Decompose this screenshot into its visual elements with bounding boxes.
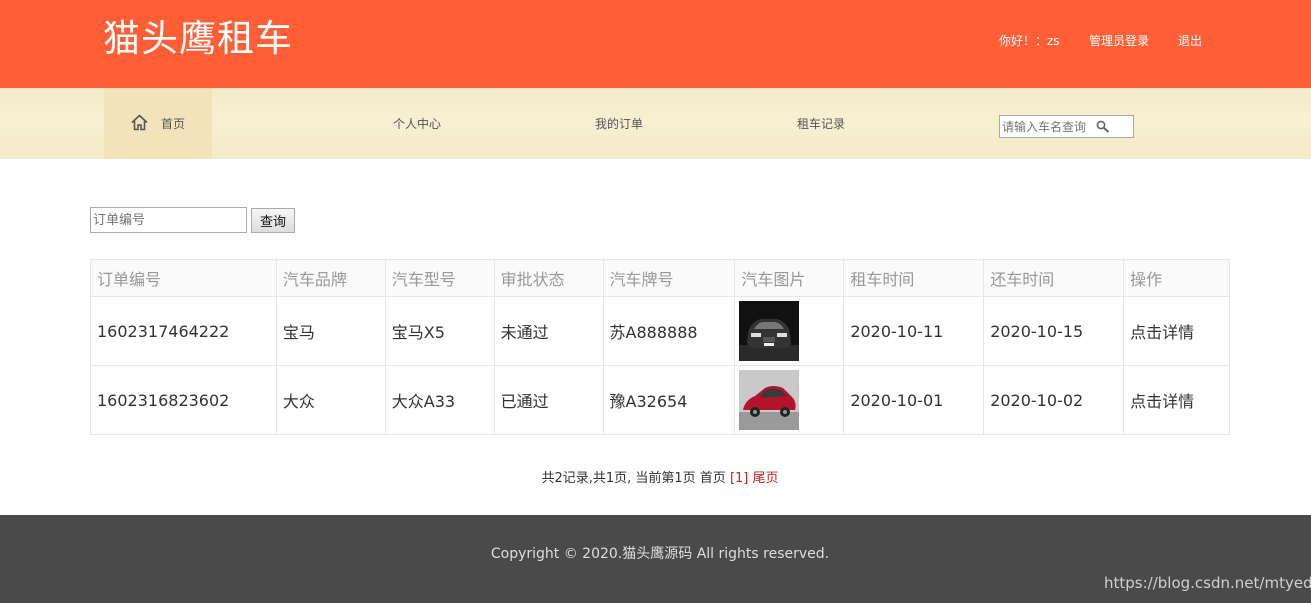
license-plate: 豫A32654 [602, 365, 736, 435]
page: 猫头鹰租车 你好！：zs 管理员登录 退出 首页 个人中心 我的订单 租车记录 … [0, 0, 1311, 603]
detail-link[interactable]: 点击详情 [1123, 365, 1230, 435]
table-header-row: 订单编号 汽车品牌 汽车型号 审批状态 汽车牌号 汽车图片 租车时间 还车时间 … [90, 259, 1230, 297]
car-search-input[interactable] [999, 115, 1134, 138]
orders-table: 订单编号 汽车品牌 汽车型号 审批状态 汽车牌号 汽车图片 租车时间 还车时间 … [90, 259, 1230, 435]
col-image: 汽车图片 [734, 259, 845, 297]
nav-item-rental-records[interactable]: 租车记录 [797, 115, 845, 133]
home-icon [131, 114, 148, 131]
col-order-no: 订单编号 [90, 259, 277, 297]
nav-home-highlight [104, 88, 212, 159]
nav-item-home[interactable]: 首页 [161, 115, 185, 133]
col-action: 操作 [1123, 259, 1230, 297]
site-logo[interactable]: 猫头鹰租车 [103, 14, 293, 64]
order-number-input[interactable] [90, 207, 247, 233]
last-page-link[interactable]: 尾页 [753, 471, 779, 486]
car-brand: 大众 [275, 365, 386, 435]
logout-link[interactable]: 退出 [1178, 32, 1202, 50]
detail-link[interactable]: 点击详情 [1123, 296, 1230, 366]
rent-date: 2020-10-01 [843, 365, 985, 435]
rent-date: 2020-10-11 [843, 296, 985, 366]
col-return-date: 还车时间 [983, 259, 1125, 297]
search-icon[interactable] [1096, 120, 1110, 134]
admin-login-link[interactable]: 管理员登录 [1089, 32, 1149, 50]
order-no: 1602317464222 [90, 296, 277, 366]
approval-status: 未通过 [493, 296, 604, 366]
return-date: 2020-10-02 [983, 365, 1125, 435]
query-button[interactable]: 查询 [251, 208, 295, 233]
red-car-image [739, 370, 800, 430]
user-greeting: 你好！：zs [999, 34, 1060, 48]
col-plate: 汽车牌号 [602, 259, 736, 297]
site-header: 猫头鹰租车 你好！：zs 管理员登录 退出 [0, 0, 1311, 88]
car-image-cell [734, 365, 845, 435]
col-rent-date: 租车时间 [843, 259, 985, 297]
car-brand: 宝马 [275, 296, 386, 366]
car-model: 大众A33 [384, 365, 495, 435]
col-status: 审批状态 [493, 259, 604, 297]
watermark-text: https://blog.csdn.net/mtyedu [1104, 574, 1311, 592]
table-row: 1602316823602 大众 大众A33 已通过 豫A32654 2020-… [90, 365, 1230, 435]
col-model: 汽车型号 [384, 259, 495, 297]
car-image-cell [734, 296, 845, 366]
site-footer: Copyright © 2020.猫头鹰源码 All rights reserv… [0, 515, 1311, 603]
pagination: 共2记录,共1页, 当前第1页 首页 [1] 尾页 [0, 470, 1311, 488]
black-car-image [739, 301, 800, 361]
order-no: 1602316823602 [90, 365, 277, 435]
table-row: 1602317464222 宝马 宝马X5 未通过 苏A888888 2020-… [90, 296, 1230, 366]
pagination-summary: 共2记录,共1页, 当前第1页 首页 [541, 471, 726, 486]
car-model: 宝马X5 [384, 296, 495, 366]
current-page-link[interactable]: [1] [730, 471, 748, 486]
nav-item-profile[interactable]: 个人中心 [393, 115, 441, 133]
col-brand: 汽车品牌 [275, 259, 386, 297]
license-plate: 苏A888888 [602, 296, 736, 366]
copyright-text: Copyright © 2020.猫头鹰源码 All rights reserv… [490, 546, 830, 562]
approval-status: 已通过 [493, 365, 604, 435]
nav-item-my-orders[interactable]: 我的订单 [595, 115, 643, 133]
return-date: 2020-10-15 [983, 296, 1125, 366]
